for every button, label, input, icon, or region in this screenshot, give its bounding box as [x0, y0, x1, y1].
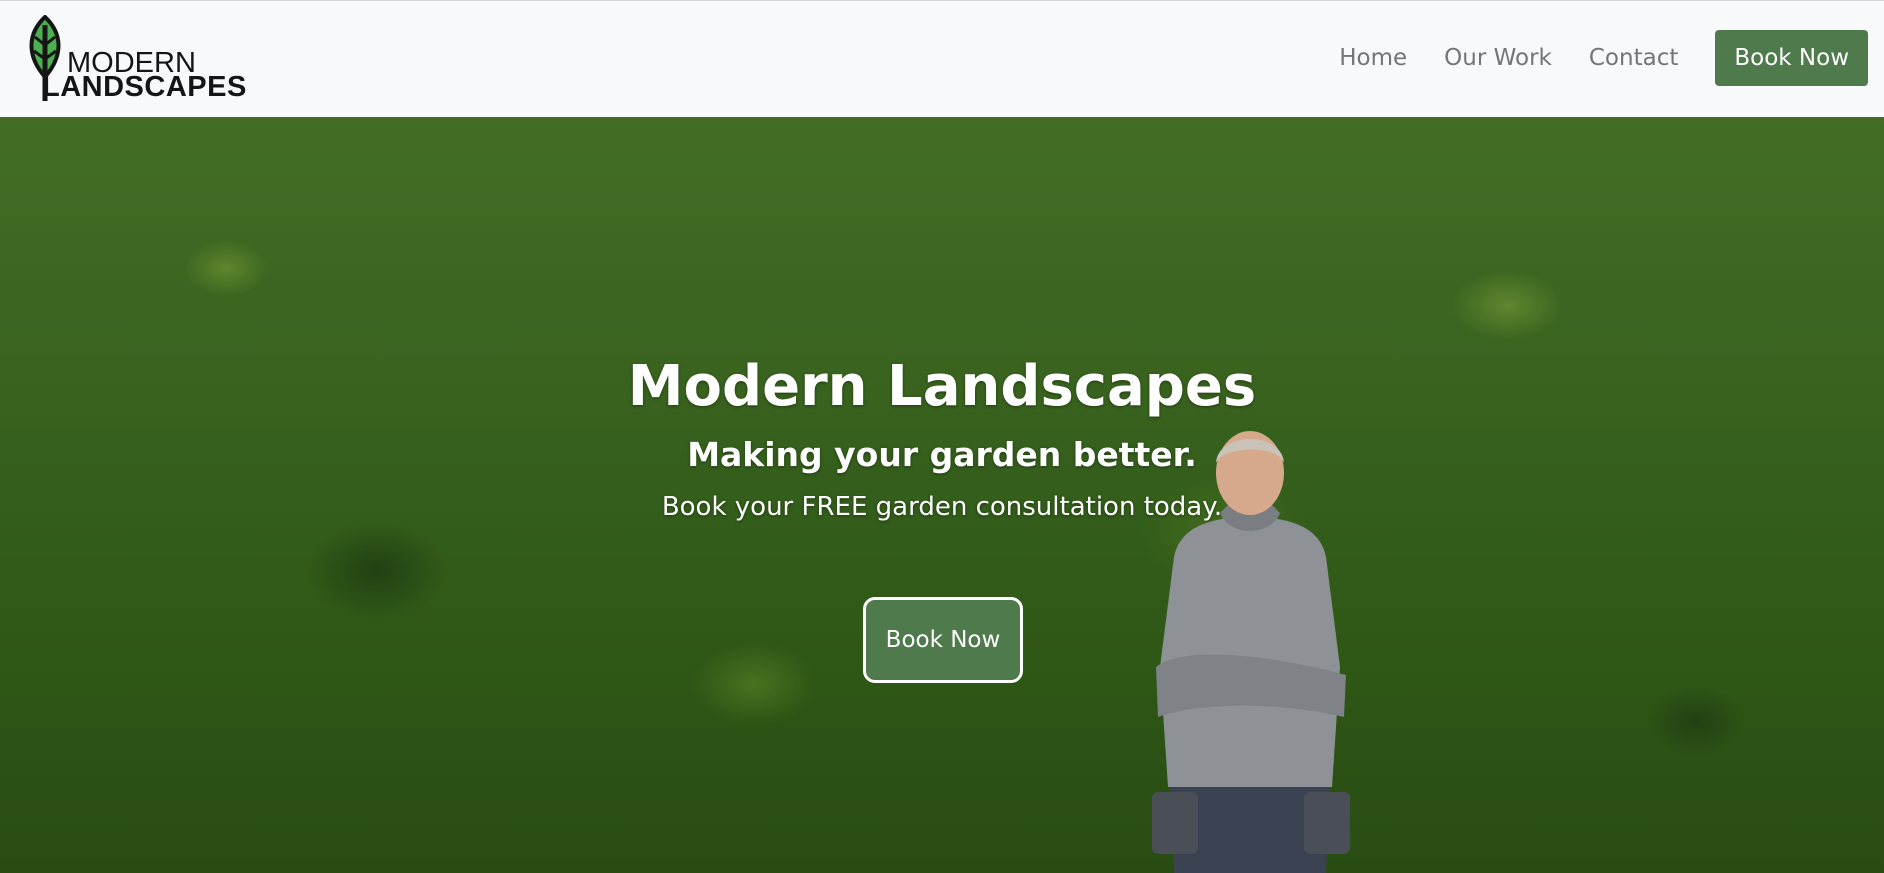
hero-consultation-text: Book your FREE garden consultation today… — [661, 492, 1223, 522]
main-nav: Home Our Work Contact Book Now — [1339, 30, 1868, 86]
person-photo — [1152, 431, 1350, 873]
hero-subtitle: Making your garden better. — [687, 435, 1197, 474]
nav-link-our-work[interactable]: Our Work — [1444, 45, 1552, 71]
logo-text-landscapes: LANDSCAPES — [42, 71, 247, 103]
hero-title: Modern Landscapes — [627, 354, 1257, 419]
hero-book-now-button[interactable]: Book Now — [863, 597, 1023, 683]
nav-link-contact[interactable]: Contact — [1589, 45, 1678, 71]
hero-section: Modern Landscapes Making your garden bet… — [0, 117, 1884, 873]
brand-logo[interactable]: MODERN LANDSCAPES — [20, 15, 246, 103]
nav-book-now-button[interactable]: Book Now — [1715, 30, 1868, 86]
top-navbar: MODERN LANDSCAPES Home Our Work Contact … — [0, 0, 1884, 117]
nav-link-home[interactable]: Home — [1339, 45, 1407, 71]
